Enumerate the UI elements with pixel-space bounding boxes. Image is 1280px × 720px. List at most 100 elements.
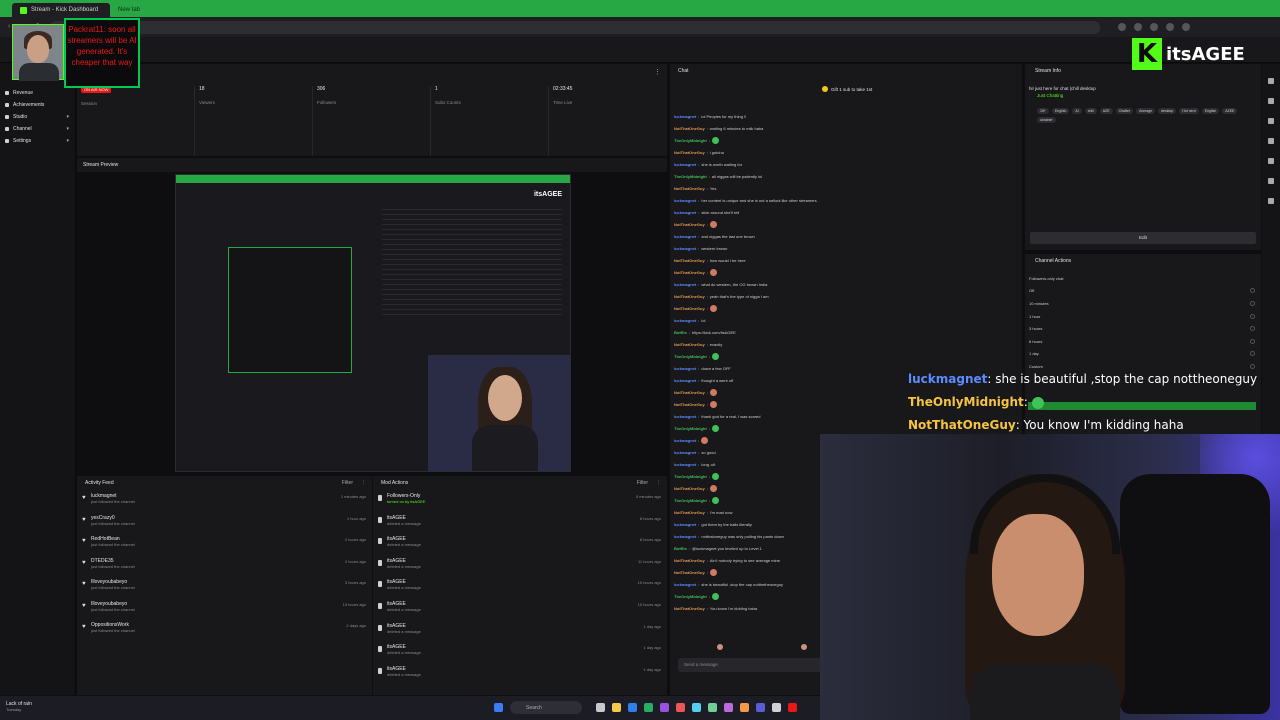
sidebar-item-channel[interactable]: Channel ▾: [0, 123, 75, 135]
chat-username[interactable]: luckmagnet: [674, 450, 696, 455]
chat-username[interactable]: TheOnlyMidnight: [674, 594, 707, 599]
feed-item[interactable]: ♥ DTEDE35 just followed the channel 2 hours…: [77, 555, 372, 577]
chat-message[interactable]: NotThatOneGuy: waiting 6 minutes to milk …: [674, 122, 1014, 134]
app-icon[interactable]: [676, 703, 685, 712]
chat-username[interactable]: NotThatOneGuy: [674, 570, 705, 575]
feed-item[interactable]: ♥ OppositionsWork just followed the channe…: [77, 619, 372, 641]
stream-tag[interactable]: chill: [1084, 108, 1097, 114]
app-icon[interactable]: [788, 703, 797, 712]
followers-only-option[interactable]: 10 minutes: [1025, 297, 1261, 310]
emote-icon[interactable]: [801, 644, 807, 650]
more-options-icon[interactable]: ⋮: [656, 480, 661, 490]
stream-preview[interactable]: itsAGEE: [77, 172, 667, 472]
app-icon[interactable]: [708, 703, 717, 712]
extension-icon[interactable]: [1134, 23, 1142, 31]
chat-username[interactable]: NotThatOneGuy: [674, 126, 705, 131]
mod-action-item[interactable]: Followers-Only turned on by itsAGEE 5 minu…: [373, 490, 667, 512]
mod-action-item[interactable]: itsAGEE deleted a message 8 hours ago: [373, 533, 667, 555]
url-input[interactable]: kick.com/dashboard: [50, 20, 1100, 34]
followers-only-option[interactable]: 3 hours: [1025, 322, 1261, 335]
chat-username[interactable]: TheOnlyMidnight: [674, 426, 707, 431]
chat-username[interactable]: NotThatOneGuy: [674, 270, 705, 275]
extension-icon[interactable]: [1150, 23, 1158, 31]
mod-action-item[interactable]: itsAGEE deleted a message 8 hours ago: [373, 512, 667, 534]
chat-username[interactable]: luckmagnet: [674, 246, 696, 251]
chat-message[interactable]: luckmagnet: lol Peoples for my thing !!: [674, 110, 1014, 122]
more-options-icon[interactable]: ⋮: [361, 480, 366, 490]
chat-username[interactable]: NotThatOneGuy: [674, 390, 705, 395]
chat-message[interactable]: luckmagnet: stick around she'll tell: [674, 206, 1014, 218]
chat-username[interactable]: TheOnlyMidnight: [674, 138, 707, 143]
feed-item[interactable]: ♥ Illoveyoubabeyo just followed the channe…: [77, 576, 372, 598]
stream-tag[interactable]: AZEE: [1222, 108, 1238, 114]
chat-message[interactable]: NotThatOneGuy:: [674, 218, 1014, 230]
chat-username[interactable]: luckmagnet: [674, 582, 696, 587]
chat-username[interactable]: luckmagnet: [674, 414, 696, 419]
chat-username[interactable]: luckmagnet: [674, 210, 696, 215]
stream-tag[interactable]: Chatter: [1115, 108, 1134, 114]
mod-action-item[interactable]: itsAGEE deleted a message 15 hours ago: [373, 576, 667, 598]
chat-username[interactable]: NotThatOneGuy: [674, 294, 705, 299]
radio-button[interactable]: [1250, 338, 1255, 344]
chat-message[interactable]: luckmagnet: what do western, the OG brown…: [674, 278, 1014, 290]
radio-button[interactable]: [1250, 351, 1255, 357]
sidebar-item-settings[interactable]: Settings ▾: [0, 135, 75, 147]
app-icon[interactable]: [660, 703, 669, 712]
filter-button[interactable]: Filter: [637, 480, 648, 490]
mod-action-item[interactable]: itsAGEE deleted a message 1 day ago: [373, 641, 667, 663]
browser-tab-dashboard[interactable]: Stream - Kick Dashboard: [12, 3, 110, 17]
chat-message[interactable]: luckmagnet: lol: [674, 314, 1014, 326]
chat-username[interactable]: luckmagnet: [674, 378, 696, 383]
browser-tab-new[interactable]: New tab: [110, 3, 148, 17]
windows-start-icon[interactable]: [494, 703, 503, 712]
toolbar-icon[interactable]: [1268, 78, 1274, 84]
extension-icon[interactable]: [1118, 23, 1126, 31]
chat-message[interactable]: TheOnlyMidnight:: [674, 134, 1014, 146]
pinned-message[interactable]: Gift 1 sub to take 1st: [822, 86, 872, 92]
weather-widget[interactable]: Lack of rain Tuesday: [6, 701, 32, 712]
chat-username[interactable]: luckmagnet: [674, 522, 696, 527]
feed-item[interactable]: ♥ Illoveyoubabeyo just followed the channe…: [77, 598, 372, 620]
file-explorer-icon[interactable]: [612, 703, 621, 712]
chat-username[interactable]: NotThatOneGuy: [674, 486, 705, 491]
toolbar-icon[interactable]: [1268, 118, 1274, 124]
radio-button[interactable]: [1250, 288, 1255, 294]
chat-username[interactable]: luckmagnet: [674, 198, 696, 203]
followers-only-option[interactable]: 1 hour: [1025, 310, 1261, 323]
chrome-icon[interactable]: [740, 703, 749, 712]
chat-message[interactable]: luckmagnet: her content is unique and she…: [674, 194, 1014, 206]
sidebar-item-revenue[interactable]: Revenue: [0, 87, 75, 99]
radio-button[interactable]: [1250, 300, 1255, 306]
feed-item[interactable]: ♥ yesCrazy0 just followed the channel 1 hou…: [77, 512, 372, 534]
chat-username[interactable]: NotThatOneGuy: [674, 606, 705, 611]
chat-message[interactable]: TheOnlyMidnight:: [674, 350, 1014, 362]
chat-username[interactable]: luckmagnet: [674, 366, 696, 371]
chat-username[interactable]: NotThatOneGuy: [674, 186, 705, 191]
spotify-icon[interactable]: [644, 703, 653, 712]
stream-tag[interactable]: 18+: [1037, 108, 1049, 114]
chat-username[interactable]: NotThatOneGuy: [674, 510, 705, 515]
stream-tag[interactable]: Average: [1136, 108, 1156, 114]
stream-tag[interactable]: AI: [1072, 108, 1082, 114]
app-icon[interactable]: [724, 703, 733, 712]
chat-username[interactable]: TheOnlyMidnight: [674, 498, 707, 503]
chat-username[interactable]: BotRix: [674, 546, 687, 551]
toolbar-icon[interactable]: [1268, 138, 1274, 144]
chat-username[interactable]: luckmagnet: [674, 438, 696, 443]
chat-username[interactable]: luckmagnet: [674, 282, 696, 287]
edge-icon[interactable]: [628, 703, 637, 712]
stream-tag[interactable]: Hot nerd: [1179, 108, 1199, 114]
radio-button[interactable]: [1250, 326, 1255, 332]
chat-username[interactable]: NotThatOneGuy: [674, 558, 705, 563]
mod-action-item[interactable]: itsAGEE deleted a message 15 hours ago: [373, 598, 667, 620]
mod-action-item[interactable]: itsAGEE deleted a message 1 day ago: [373, 620, 667, 642]
followers-only-option[interactable]: Off: [1025, 285, 1261, 298]
chat-message[interactable]: NotThatOneGuy: yeah that's the type of ni…: [674, 290, 1014, 302]
radio-button[interactable]: [1250, 313, 1255, 319]
toolbar-icon[interactable]: [1268, 98, 1274, 104]
chat-username[interactable]: luckmagnet: [674, 462, 696, 467]
taskbar-search[interactable]: Search: [510, 701, 582, 714]
chat-username[interactable]: NotThatOneGuy: [674, 150, 705, 155]
chat-message[interactable]: NotThatOneGuy: exactly: [674, 338, 1014, 350]
chat-message[interactable]: NotThatOneGuy:: [674, 302, 1014, 314]
